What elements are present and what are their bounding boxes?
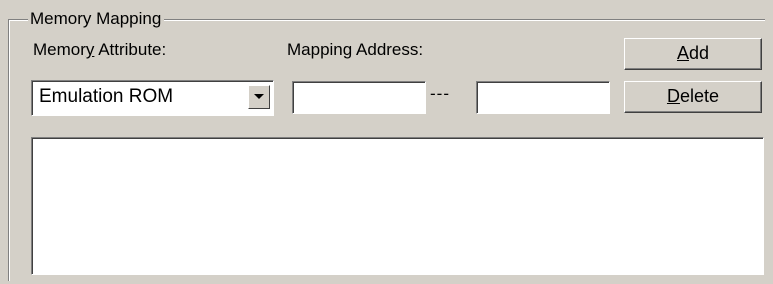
memory-attribute-selected-value: Emulation ROM [39, 86, 174, 107]
memory-attribute-label-rest: Attribute: [94, 40, 167, 59]
mapping-address-label-text: Mappin [287, 40, 343, 59]
address-range-separator: --- [430, 84, 450, 103]
mapping-address-label-rest: Address: [352, 40, 424, 59]
memory-attribute-label-text: Memor [33, 40, 86, 59]
memory-attribute-label: Memory Attribute: [33, 40, 166, 60]
mapping-address-label-mnemonic: g [342, 40, 353, 59]
add-button[interactable]: Add [624, 38, 762, 70]
delete-button-mnemonic: D [666, 86, 680, 106]
chevron-down-icon[interactable] [248, 85, 270, 109]
add-button-label: dd [688, 43, 710, 63]
memory-mapping-list[interactable] [31, 137, 764, 275]
groupbox-title: Memory Mapping [28, 8, 165, 30]
add-button-mnemonic: A [676, 43, 689, 63]
mapping-end-address-input[interactable] [476, 81, 610, 114]
mapping-address-label: Mapping Address: [287, 40, 423, 60]
delete-button[interactable]: Delete [624, 81, 762, 113]
mapping-start-address-input[interactable] [292, 81, 426, 114]
delete-button-label: elete [679, 86, 720, 106]
memory-attribute-combobox[interactable]: Emulation ROM [31, 80, 274, 116]
